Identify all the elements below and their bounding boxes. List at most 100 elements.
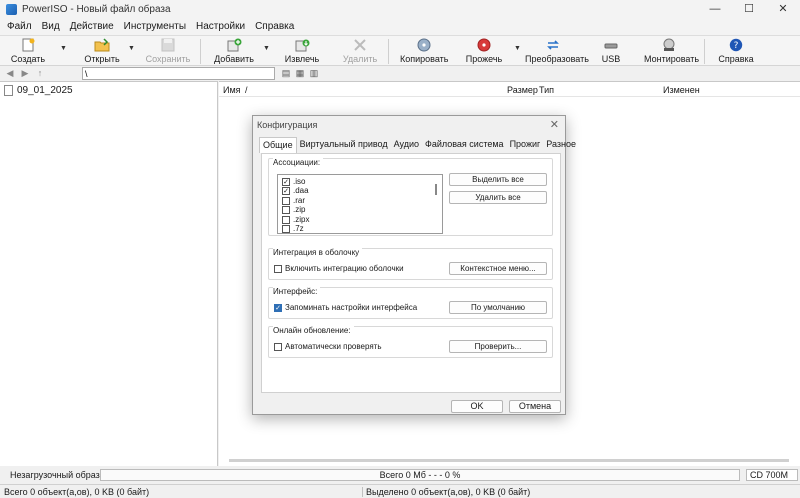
assoc-ext: .7z bbox=[293, 224, 304, 233]
folder-up-icon[interactable]: ▤ bbox=[280, 67, 292, 79]
copy-label: Копировать bbox=[400, 54, 449, 64]
save-disk-icon bbox=[161, 38, 175, 52]
tab-filesystem[interactable]: Файловая система bbox=[422, 137, 507, 153]
path-input[interactable] bbox=[82, 67, 275, 80]
boot-status: Незагрузочный образ bbox=[10, 470, 100, 480]
assoc-ext: .rar bbox=[293, 196, 305, 205]
tab-burn[interactable]: Прожиг bbox=[507, 137, 544, 153]
menu-file[interactable]: Файл bbox=[2, 21, 37, 32]
dialog-title: Конфигурация bbox=[257, 120, 318, 130]
extract-button[interactable]: Извлечь bbox=[280, 37, 324, 66]
assoc-ext: .iso bbox=[293, 177, 306, 186]
zip-checkbox[interactable] bbox=[282, 205, 290, 214]
assoc-item-7z[interactable]: .7z bbox=[282, 224, 304, 233]
shell-checkbox-row[interactable]: Включить интеграцию оболочки bbox=[274, 264, 404, 273]
create-label: Создать bbox=[10, 54, 46, 64]
add-dropdown-arrow[interactable]: ▼ bbox=[263, 45, 270, 52]
assoc-item-zip[interactable]: .zip bbox=[282, 205, 305, 214]
usb-button[interactable]: USB bbox=[596, 37, 626, 66]
up-icon[interactable]: ↑ bbox=[34, 67, 46, 79]
interface-checkbox-label: Запоминать настройки интерфейса bbox=[285, 303, 418, 312]
column-modified[interactable]: Изменен bbox=[663, 85, 700, 95]
remember-settings-checkbox[interactable]: ✓ bbox=[274, 303, 282, 312]
interface-checkbox-row[interactable]: ✓ Запоминать настройки интерфейса bbox=[274, 303, 417, 312]
7z-checkbox[interactable] bbox=[282, 224, 290, 233]
dialog-tabs: Общие Виртуальный привод Аудио Файловая … bbox=[259, 137, 576, 153]
menu-view[interactable]: Вид bbox=[37, 21, 65, 32]
daa-checkbox[interactable]: ✓ bbox=[282, 186, 290, 195]
menu-settings[interactable]: Настройки bbox=[191, 21, 250, 32]
assoc-item-iso[interactable]: ✓ .iso bbox=[282, 177, 305, 186]
view-mode-icon[interactable]: ▦ bbox=[294, 67, 306, 79]
add-button[interactable]: Добавить bbox=[212, 37, 256, 66]
delete-label: Удалить bbox=[342, 54, 378, 64]
open-dropdown-arrow[interactable]: ▼ bbox=[128, 45, 135, 52]
create-button[interactable]: Создать bbox=[6, 37, 50, 66]
rar-checkbox[interactable] bbox=[282, 196, 290, 205]
dialog-close-icon[interactable]: ✕ bbox=[550, 118, 559, 131]
ok-button[interactable]: OK bbox=[451, 400, 503, 413]
minimize-button[interactable]: — bbox=[698, 0, 732, 18]
add-files-icon bbox=[227, 38, 242, 52]
tree-item-root[interactable]: 09_01_2025 bbox=[4, 85, 73, 96]
tab-general-body: Ассоциации: ✓ .iso ✓ .daa .rar .zip .zip… bbox=[261, 153, 561, 393]
menu-tools[interactable]: Инструменты bbox=[119, 21, 191, 32]
toolbar-separator bbox=[388, 39, 389, 64]
shell-group: Интеграция в оболочку Включить интеграци… bbox=[268, 248, 553, 280]
tab-general[interactable]: Общие bbox=[259, 137, 297, 153]
column-size[interactable]: Размер bbox=[507, 85, 538, 95]
update-checkbox-row[interactable]: Автоматически проверять bbox=[274, 342, 382, 351]
assoc-item-zipx[interactable]: .zipx bbox=[282, 215, 309, 224]
zipx-checkbox[interactable] bbox=[282, 215, 290, 224]
check-update-button[interactable]: Проверить... bbox=[449, 340, 547, 353]
new-file-icon bbox=[22, 38, 35, 52]
burn-button[interactable]: Прожечь bbox=[462, 37, 506, 66]
tab-audio[interactable]: Аудио bbox=[391, 137, 422, 153]
assoc-item-rar[interactable]: .rar bbox=[282, 196, 305, 205]
tab-misc[interactable]: Разное bbox=[543, 137, 579, 153]
total-objects: Всего 0 объект(а,ов), 0 KB (0 байт) bbox=[4, 487, 150, 497]
associations-list[interactable]: ✓ .iso ✓ .daa .rar .zip .zipx .7z bbox=[277, 174, 443, 234]
help-button[interactable]: ? Справка bbox=[716, 37, 756, 66]
toolbar-separator bbox=[704, 39, 705, 64]
iso-checkbox[interactable]: ✓ bbox=[282, 177, 290, 186]
tab-virtual-drive[interactable]: Виртуальный привод bbox=[297, 137, 391, 153]
folder-tree: 09_01_2025 bbox=[0, 81, 218, 466]
capacity-select[interactable]: CD 700M bbox=[746, 469, 798, 481]
context-menu-button[interactable]: Контекстное меню... bbox=[449, 262, 547, 275]
assoc-ext: .zipx bbox=[293, 215, 310, 224]
auto-check-checkbox[interactable] bbox=[274, 342, 282, 351]
assoc-item-daa[interactable]: ✓ .daa bbox=[282, 186, 309, 195]
forward-icon[interactable]: ▶ bbox=[19, 67, 31, 79]
delete-button[interactable]: Удалить bbox=[340, 37, 380, 66]
save-button[interactable]: Сохранить bbox=[143, 37, 193, 66]
create-dropdown-arrow[interactable]: ▼ bbox=[60, 45, 67, 52]
open-button[interactable]: Открыть bbox=[80, 37, 124, 66]
menu-action[interactable]: Действие bbox=[65, 21, 119, 32]
cancel-button[interactable]: Отмена bbox=[509, 400, 561, 413]
mount-button[interactable]: Монтировать bbox=[644, 37, 699, 66]
burn-dropdown-arrow[interactable]: ▼ bbox=[514, 45, 521, 52]
close-button[interactable]: ✕ bbox=[766, 0, 800, 18]
assoc-ext: .daa bbox=[293, 186, 309, 195]
shell-checkbox[interactable] bbox=[274, 264, 282, 273]
back-icon[interactable]: ◀ bbox=[4, 67, 16, 79]
column-type[interactable]: Тип bbox=[539, 85, 554, 95]
copy-button[interactable]: Копировать bbox=[400, 37, 448, 66]
extract-icon bbox=[295, 39, 310, 52]
list-scrollbar[interactable] bbox=[435, 184, 437, 195]
remove-all-button[interactable]: Удалить все bbox=[449, 191, 547, 204]
panel-toggle-icon[interactable]: ▥ bbox=[308, 67, 320, 79]
window-controls: — ☐ ✕ bbox=[698, 0, 800, 18]
horizontal-scrollbar[interactable] bbox=[229, 459, 789, 462]
defaults-button[interactable]: По умолчанию bbox=[449, 301, 547, 314]
associations-group: Ассоциации: ✓ .iso ✓ .daa .rar .zip .zip… bbox=[268, 158, 553, 236]
usb-drive-icon bbox=[604, 43, 618, 49]
select-all-button[interactable]: Выделить все bbox=[449, 173, 547, 186]
convert-button[interactable]: Преобразовать bbox=[525, 37, 589, 66]
assoc-ext: .zip bbox=[293, 205, 306, 214]
menu-help[interactable]: Справка bbox=[250, 21, 299, 32]
maximize-button[interactable]: ☐ bbox=[732, 0, 766, 18]
nav-buttons: ◀ ▶ ↑ bbox=[4, 67, 46, 79]
column-name[interactable]: Имя bbox=[223, 85, 241, 95]
